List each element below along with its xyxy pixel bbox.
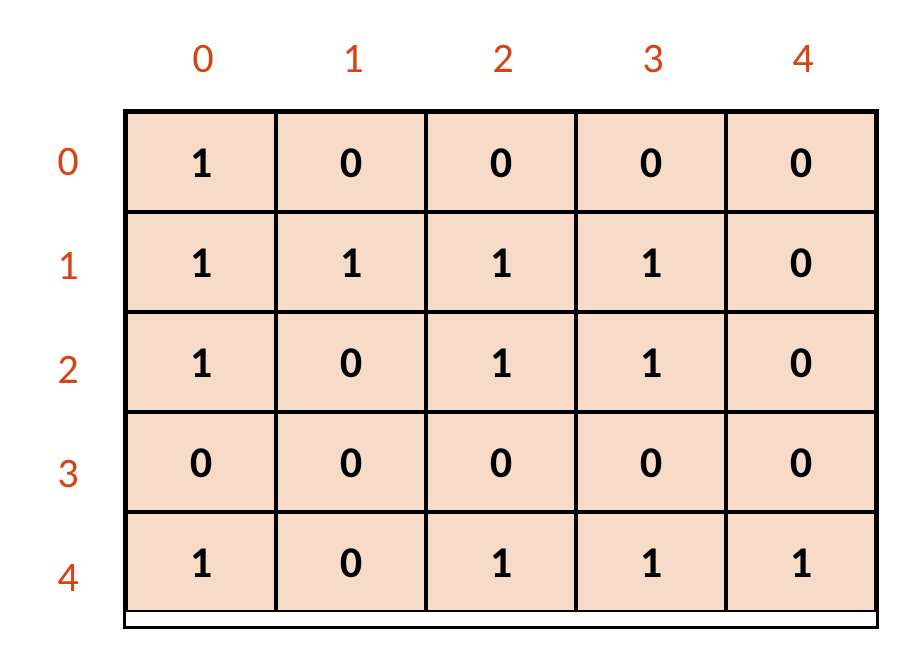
grid-row-2: 1 0 1 1 0 bbox=[126, 312, 876, 412]
cell-3-4: 0 bbox=[726, 412, 876, 512]
grid-row-1: 1 1 1 1 0 bbox=[126, 212, 876, 312]
col-header-3: 3 bbox=[578, 33, 728, 84]
cell-0-1: 0 bbox=[276, 112, 426, 212]
grid-row-3: 0 0 0 0 0 bbox=[126, 412, 876, 512]
cell-2-3: 1 bbox=[576, 312, 726, 412]
grid-row-4: 1 0 1 1 1 bbox=[126, 512, 876, 612]
cell-1-0: 1 bbox=[126, 212, 276, 312]
column-headers: 0 1 2 3 4 bbox=[43, 33, 878, 84]
cell-4-1: 0 bbox=[276, 512, 426, 612]
cell-0-2: 0 bbox=[426, 112, 576, 212]
cell-2-2: 1 bbox=[426, 312, 576, 412]
cell-1-1: 1 bbox=[276, 212, 426, 312]
matrix-grid: 1 0 0 0 0 1 1 1 1 0 1 0 1 1 0 0 bbox=[123, 109, 879, 629]
row-header-2: 2 bbox=[43, 317, 93, 421]
col-header-2: 2 bbox=[428, 33, 578, 84]
cell-2-1: 0 bbox=[276, 312, 426, 412]
col-header-1: 1 bbox=[278, 33, 428, 84]
cell-1-4: 0 bbox=[726, 212, 876, 312]
cell-0-0: 1 bbox=[126, 112, 276, 212]
row-headers: 0 1 2 3 4 bbox=[43, 109, 93, 629]
cell-4-3: 1 bbox=[576, 512, 726, 612]
row-header-4: 4 bbox=[43, 525, 93, 629]
cell-3-2: 0 bbox=[426, 412, 576, 512]
cell-2-4: 0 bbox=[726, 312, 876, 412]
row-header-0: 0 bbox=[43, 109, 93, 213]
cell-0-4: 0 bbox=[726, 112, 876, 212]
cell-4-2: 1 bbox=[426, 512, 576, 612]
matrix-diagram: 0 1 2 3 4 0 1 2 3 4 1 0 0 0 0 1 1 1 1 bbox=[43, 33, 879, 629]
cell-4-4: 1 bbox=[726, 512, 876, 612]
cell-3-0: 0 bbox=[126, 412, 276, 512]
cell-3-1: 0 bbox=[276, 412, 426, 512]
row-header-1: 1 bbox=[43, 213, 93, 317]
col-header-0: 0 bbox=[128, 33, 278, 84]
row-header-3: 3 bbox=[43, 421, 93, 525]
cell-1-3: 1 bbox=[576, 212, 726, 312]
cell-2-0: 1 bbox=[126, 312, 276, 412]
grid-row-0: 1 0 0 0 0 bbox=[126, 112, 876, 212]
cell-1-2: 1 bbox=[426, 212, 576, 312]
col-header-4: 4 bbox=[728, 33, 878, 84]
cell-4-0: 1 bbox=[126, 512, 276, 612]
table-wrapper: 0 1 2 3 4 1 0 0 0 0 1 1 1 1 0 1 0 bbox=[43, 109, 879, 629]
cell-3-3: 0 bbox=[576, 412, 726, 512]
cell-0-3: 0 bbox=[576, 112, 726, 212]
